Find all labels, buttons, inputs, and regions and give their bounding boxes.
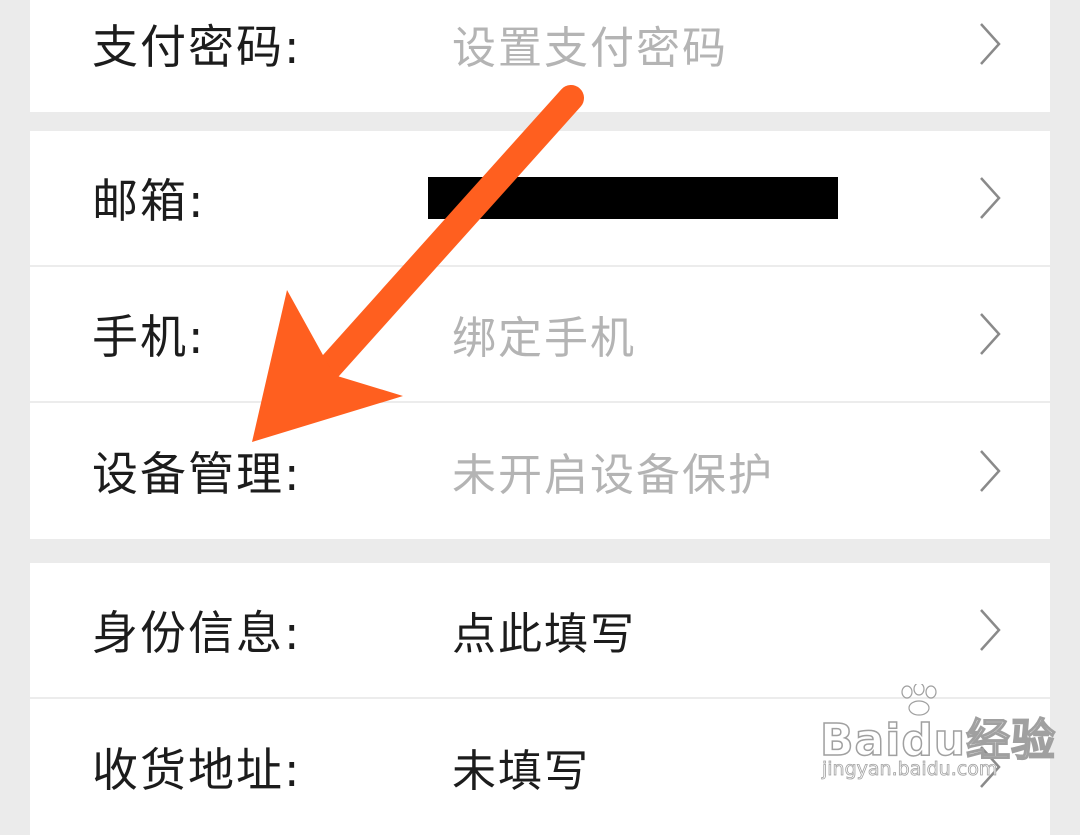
chevron-right-icon	[980, 23, 1001, 65]
chevron-right-icon	[980, 609, 1001, 651]
watermark-url: jingyan.baidu.com	[822, 758, 998, 781]
row-label: 支付密码:	[92, 20, 302, 74]
row-value: 未填写	[452, 746, 590, 797]
row-label: 身份信息:	[92, 606, 302, 660]
chevron-right-icon	[980, 450, 1001, 492]
row-identity-info[interactable]: 身份信息: 点此填写	[30, 563, 1050, 699]
row-label: 手机:	[92, 310, 206, 364]
row-value: 未开启设备保护	[452, 450, 774, 501]
row-email[interactable]: 邮箱:	[30, 131, 1050, 267]
row-value: 设置支付密码	[452, 23, 728, 74]
row-value: 点此填写	[452, 609, 636, 660]
row-label: 设备管理:	[92, 447, 302, 501]
group-payment: 支付密码: 设置支付密码	[30, 0, 1050, 112]
redacted-email-bar	[428, 177, 838, 219]
chevron-right-icon	[980, 313, 1001, 355]
baidu-jingyan-watermark: Baidu经验 jingyan.baidu.com	[819, 684, 1056, 790]
row-value: 绑定手机	[452, 313, 636, 364]
row-label: 收货地址:	[92, 743, 302, 797]
group-contact: 邮箱: 手机: 绑定手机 设备管理: 未开启设备保护	[30, 131, 1050, 539]
row-label: 邮箱:	[92, 174, 206, 228]
row-payment-password[interactable]: 支付密码: 设置支付密码	[30, 0, 1050, 112]
chevron-right-icon	[980, 177, 1001, 219]
row-phone[interactable]: 手机: 绑定手机	[30, 267, 1050, 403]
row-device-management[interactable]: 设备管理: 未开启设备保护	[30, 403, 1050, 539]
